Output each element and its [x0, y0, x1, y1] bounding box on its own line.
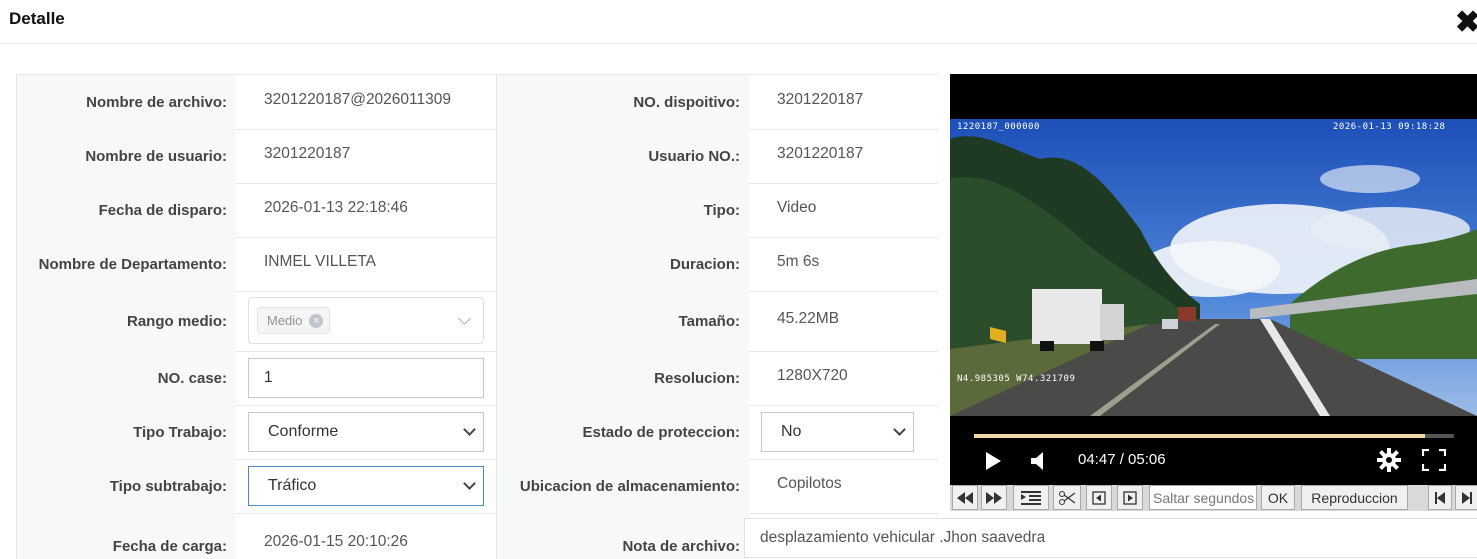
value-ubicacion: Copilotos [777, 475, 842, 492]
value-fecha-carga: 2026-01-15 20:10:26 [236, 513, 497, 559]
label-nombre-usuario: Nombre de usuario: [17, 129, 236, 183]
label-no-dispositivo: NO. dispoitivo: [497, 75, 749, 129]
rango-medio-tag-label: Medio [267, 313, 303, 328]
label-resolucion: Resolucion: [497, 351, 749, 405]
detail-row: Nombre de Departamento: INMEL VILLETA Du… [17, 237, 938, 292]
dialog-header: Detalle ✖ [0, 0, 1477, 44]
detail-row: Nombre de usuario: 3201220187 Usuario NO… [17, 129, 938, 184]
rewind-icon [957, 491, 973, 504]
label-departamento: Nombre de Departamento: [17, 237, 236, 291]
value-departamento: INMEL VILLETA [236, 237, 497, 291]
label-ubicacion: Ubicacion de almacenamiento: [497, 459, 749, 513]
value-duracion: 5m 6s [777, 253, 820, 270]
no-case-input[interactable]: 1 [248, 358, 484, 398]
chevron-down-icon [463, 423, 476, 436]
detail-row: NO. case: 1 Resolucion: 1280X720 [17, 351, 938, 406]
nota-input[interactable]: desplazamiento vehicular .Jhon saavedra [744, 518, 1477, 558]
label-usuario-no: Usuario NO.: [497, 129, 749, 183]
detail-grid: Nombre de archivo: 3201220187@2026011309… [16, 74, 938, 559]
volume-icon[interactable] [1030, 451, 1048, 471]
tipo-subtrabajo-value: Tráfico [268, 477, 317, 494]
tipo-trabajo-value: Conforme [268, 423, 339, 440]
label-tamano: Tamaño: [497, 291, 749, 351]
value-fecha-disparo: 2026-01-13 22:18:46 [236, 183, 497, 237]
prev-frame-button[interactable] [1086, 485, 1112, 510]
detail-row: Tipo Trabajo: Conforme Estado de protecc… [17, 405, 938, 460]
label-fecha-disparo: Fecha de disparo: [17, 183, 236, 237]
detail-row: Fecha de disparo: 2026-01-13 22:18:46 Ti… [17, 183, 938, 238]
skip-start-button[interactable] [1428, 485, 1452, 510]
chevron-down-icon [463, 477, 476, 490]
skip-start-icon [1435, 491, 1445, 504]
skip-end-button[interactable] [1455, 485, 1477, 510]
value-resolucion: 1280X720 [777, 367, 848, 384]
chevron-down-icon [893, 423, 906, 436]
label-rango-medio: Rango medio: [17, 291, 236, 351]
label-duracion: Duracion: [497, 237, 749, 291]
playlist-button[interactable] [1013, 485, 1049, 510]
rango-medio-tag: Medio × [257, 307, 331, 334]
estado-proteccion-select[interactable]: No [761, 412, 914, 452]
frame-back-icon [1092, 490, 1106, 505]
fullscreen-icon[interactable] [1422, 449, 1446, 471]
playback-button[interactable]: Reproduccion [1301, 485, 1408, 510]
progress-fill [974, 434, 1426, 438]
next-frame-button[interactable] [1117, 485, 1143, 510]
dialog-title: Detalle [9, 9, 65, 28]
value-usuario-no: 3201220187 [777, 145, 864, 162]
osd-timestamp: 2026-01-13 09:18:28 [1333, 122, 1446, 132]
osd-gps: N4.985305 W74.321709 [957, 374, 1076, 384]
play-icon[interactable] [984, 451, 1002, 471]
chevron-down-icon [458, 312, 471, 325]
skip-end-icon [1461, 491, 1472, 504]
value-nombre-archivo: 3201220187@2026011309 [236, 75, 497, 129]
label-tipo-subtrabajo: Tipo subtrabajo: [17, 459, 236, 513]
value-tipo: Video [777, 199, 817, 216]
fast-forward-button[interactable] [981, 485, 1007, 510]
scissors-icon [1059, 490, 1075, 505]
value-tamano: 45.22MB [777, 310, 840, 327]
video-frame [950, 119, 1477, 416]
label-fecha-carga: Fecha de carga: [17, 513, 236, 559]
frame-forward-icon [1123, 490, 1137, 505]
list-indent-icon [1021, 490, 1041, 505]
estado-proteccion-value: No [781, 423, 802, 440]
detail-row: Rango medio: Medio × Tamaño: 45.22MB [17, 291, 938, 352]
progress-bar[interactable] [974, 434, 1454, 438]
osd-file-id: 1220187_000000 [957, 122, 1040, 132]
detail-row: Nombre de archivo: 3201220187@2026011309… [17, 75, 938, 130]
clip-button[interactable] [1053, 485, 1081, 510]
label-tipo-trabajo: Tipo Trabajo: [17, 405, 236, 459]
time-display: 04:47 / 05:06 [1078, 451, 1166, 468]
rango-medio-select[interactable]: Medio × [248, 297, 484, 344]
label-nombre-archivo: Nombre de archivo: [17, 75, 236, 129]
label-nota: Nota de archivo: [497, 513, 749, 559]
tipo-subtrabajo-select[interactable]: Tráfico [248, 466, 484, 506]
label-estado-proteccion: Estado de proteccion: [497, 405, 749, 459]
label-tipo: Tipo: [497, 183, 749, 237]
label-no-case: NO. case: [17, 351, 236, 405]
fast-forward-icon [986, 491, 1002, 504]
value-no-dispositivo: 3201220187 [777, 91, 864, 108]
value-nombre-usuario: 3201220187 [236, 129, 497, 183]
tag-remove-icon[interactable]: × [309, 313, 324, 328]
detail-row: Tipo subtrabajo: Tráfico Ubicacion de al… [17, 459, 938, 514]
rewind-button[interactable] [952, 485, 978, 510]
player-toolbar: Saltar segundos OK Reproduccion [950, 485, 1477, 511]
seek-seconds-input[interactable]: Saltar segundos [1149, 485, 1257, 510]
close-icon[interactable]: ✖ [1455, 8, 1477, 38]
ok-button[interactable]: OK [1261, 485, 1295, 510]
tipo-trabajo-select[interactable]: Conforme [248, 412, 484, 452]
settings-gear-icon[interactable] [1377, 448, 1401, 472]
video-player[interactable]: 1220187_000000 2026-01-13 09:18:28 N4.98… [950, 74, 1477, 485]
